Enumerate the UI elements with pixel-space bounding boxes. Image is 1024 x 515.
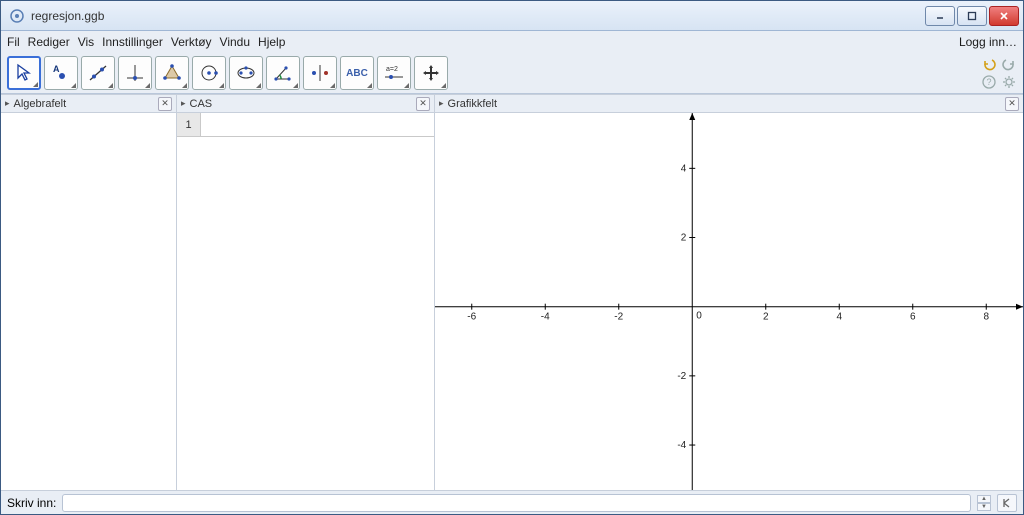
svg-text:-2: -2 bbox=[614, 312, 623, 323]
menu-vindu[interactable]: Vindu bbox=[220, 35, 250, 49]
input-label: Skriv inn: bbox=[7, 496, 56, 510]
graphics-body[interactable]: -6 -4 -2 0 2 4 6 8 -4 -2 2 4 bbox=[435, 113, 1023, 490]
app-window: regresjon.ggb Fil Rediger Vis Innstillin… bbox=[0, 0, 1024, 515]
app-icon bbox=[9, 8, 25, 24]
toolbar-right: ? bbox=[981, 56, 1017, 90]
svg-text:8: 8 bbox=[983, 312, 989, 323]
toolbar: A bbox=[1, 53, 1023, 93]
cas-row-1: 1 bbox=[177, 113, 434, 137]
expand-icon: ▸ bbox=[5, 98, 10, 109]
line-tool[interactable] bbox=[81, 56, 115, 90]
expand-icon: ▸ bbox=[181, 98, 186, 109]
svg-text:6: 6 bbox=[910, 312, 916, 323]
titlebar: regresjon.ggb bbox=[1, 1, 1023, 31]
svg-text:A: A bbox=[53, 64, 60, 74]
cas-row-number[interactable]: 1 bbox=[177, 113, 201, 136]
svg-text:2: 2 bbox=[681, 233, 687, 244]
window-title: regresjon.ggb bbox=[31, 9, 925, 23]
chrome: Fil Rediger Vis Innstillinger Verktøy Vi… bbox=[1, 31, 1023, 94]
angle-tool[interactable] bbox=[266, 56, 300, 90]
algebra-panel: ▸ Algebrafelt ✕ bbox=[1, 95, 177, 490]
menu-fil[interactable]: Fil bbox=[7, 35, 20, 49]
close-button[interactable] bbox=[989, 6, 1019, 26]
svg-text:?: ? bbox=[987, 77, 992, 87]
ellipse-tool[interactable] bbox=[229, 56, 263, 90]
text-tool[interactable]: ABC bbox=[340, 56, 374, 90]
cas-body: 1 bbox=[177, 113, 434, 490]
svg-text:-4: -4 bbox=[677, 440, 686, 451]
cas-header[interactable]: ▸ CAS ✕ bbox=[177, 95, 434, 113]
expand-icon: ▸ bbox=[439, 98, 444, 109]
graphics-title: Grafikkfelt bbox=[448, 98, 498, 110]
close-icon[interactable]: ✕ bbox=[1005, 97, 1019, 111]
minimize-button[interactable] bbox=[925, 6, 955, 26]
svg-text:a=2: a=2 bbox=[386, 66, 398, 73]
history-spinner[interactable]: ▲▼ bbox=[977, 495, 991, 511]
svg-text:4: 4 bbox=[681, 163, 687, 174]
polygon-tool[interactable] bbox=[155, 56, 189, 90]
input-field[interactable] bbox=[62, 494, 971, 512]
maximize-button[interactable] bbox=[957, 6, 987, 26]
point-tool[interactable]: A bbox=[44, 56, 78, 90]
help-icon[interactable]: ? bbox=[981, 74, 997, 90]
reflect-tool[interactable] bbox=[303, 56, 337, 90]
svg-text:0: 0 bbox=[696, 311, 702, 322]
menu-vis[interactable]: Vis bbox=[78, 35, 94, 49]
svg-text:2: 2 bbox=[763, 312, 769, 323]
input-bar: Skriv inn: ▲▼ bbox=[1, 490, 1023, 514]
svg-text:-2: -2 bbox=[677, 371, 686, 382]
svg-text:4: 4 bbox=[836, 312, 842, 323]
algebra-body[interactable] bbox=[1, 113, 176, 490]
move-view-tool[interactable] bbox=[414, 56, 448, 90]
perpendicular-tool[interactable] bbox=[118, 56, 152, 90]
login-link[interactable]: Logg inn… bbox=[959, 35, 1017, 49]
close-icon[interactable]: ✕ bbox=[158, 97, 172, 111]
move-tool[interactable] bbox=[7, 56, 41, 90]
window-buttons bbox=[925, 6, 1019, 26]
text-tool-label: ABC bbox=[346, 68, 368, 79]
algebra-title: Algebrafelt bbox=[14, 98, 67, 110]
circle-tool[interactable] bbox=[192, 56, 226, 90]
svg-text:-6: -6 bbox=[467, 312, 476, 323]
cas-title: CAS bbox=[190, 98, 213, 110]
algebra-header[interactable]: ▸ Algebrafelt ✕ bbox=[1, 95, 176, 113]
menu-verktoy[interactable]: Verktøy bbox=[171, 35, 212, 49]
settings-icon[interactable] bbox=[1001, 74, 1017, 90]
cas-panel: ▸ CAS ✕ 1 bbox=[177, 95, 435, 490]
svg-text:-4: -4 bbox=[541, 312, 550, 323]
graphics-header[interactable]: ▸ Grafikkfelt ✕ bbox=[435, 95, 1023, 113]
undo-icon[interactable] bbox=[981, 56, 997, 72]
graphics-panel: ▸ Grafikkfelt ✕ -6 -4 -2 0 2 4 6 8 -4 -2 2 4 bbox=[435, 95, 1023, 490]
menu-innstillinger[interactable]: Innstillinger bbox=[102, 35, 163, 49]
panels: ▸ Algebrafelt ✕ ▸ CAS ✕ 1 ▸ Grafik bbox=[1, 94, 1023, 490]
slider-tool[interactable]: a=2 bbox=[377, 56, 411, 90]
close-icon[interactable]: ✕ bbox=[416, 97, 430, 111]
menubar: Fil Rediger Vis Innstillinger Verktøy Vi… bbox=[1, 31, 1023, 53]
redo-icon[interactable] bbox=[1001, 56, 1017, 72]
menu-rediger[interactable]: Rediger bbox=[28, 35, 70, 49]
cas-input-1[interactable] bbox=[201, 113, 434, 136]
menu-hjelp[interactable]: Hjelp bbox=[258, 35, 285, 49]
input-help-button[interactable] bbox=[997, 494, 1017, 512]
